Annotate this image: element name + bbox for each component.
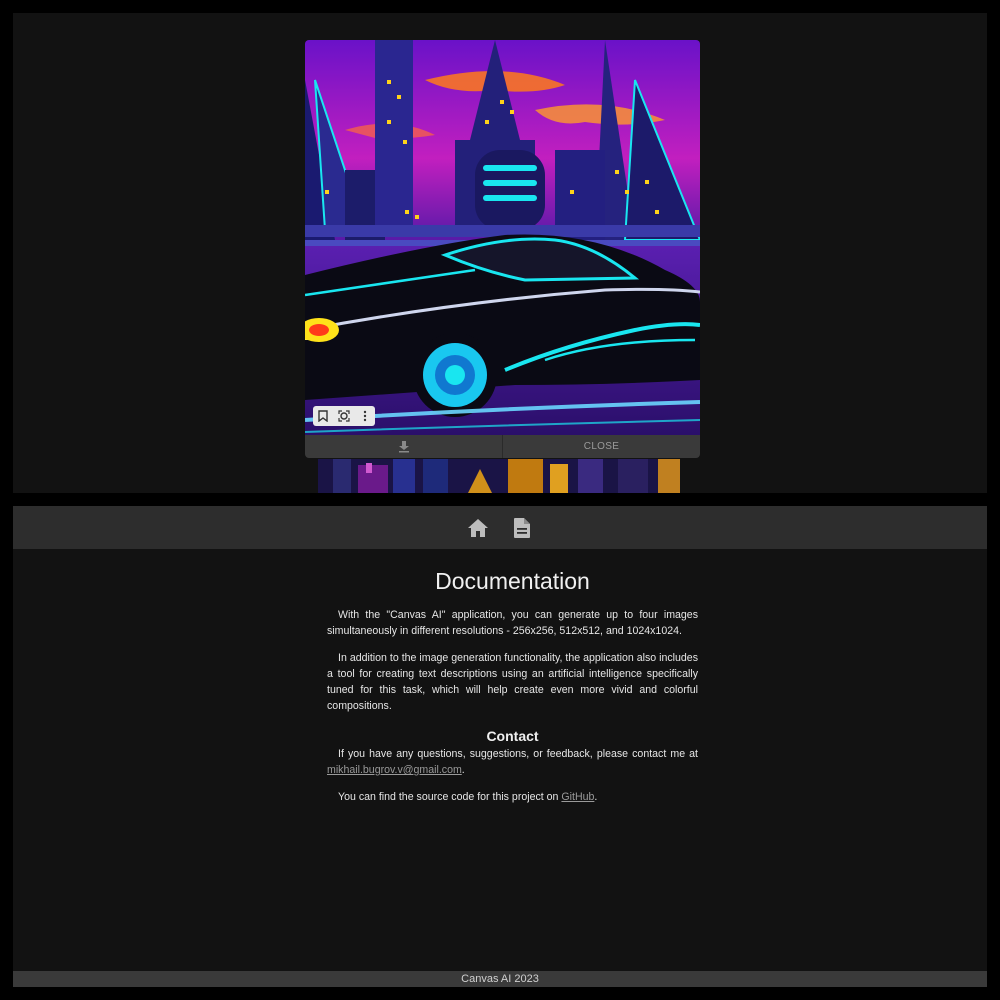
contact-email-link[interactable]: mikhail.bugrov.v@gmail.com <box>327 764 462 776</box>
documentation-page: Documentation With the "Canvas AI" appli… <box>13 506 987 987</box>
image-overlay-toolbar <box>313 406 375 426</box>
generated-image[interactable] <box>305 40 700 435</box>
navbar <box>13 506 987 549</box>
background-image-strip <box>318 459 680 493</box>
download-button[interactable] <box>305 435 503 458</box>
page-title: Documentation <box>435 568 590 594</box>
contact-heading: Contact <box>486 728 539 744</box>
image-viewer-actions: CLOSE <box>305 435 700 458</box>
source-end: . <box>594 791 598 803</box>
footer: Canvas AI 2023 <box>13 971 987 987</box>
documentation-content: Documentation With the "Canvas AI" appli… <box>327 568 698 816</box>
more-vert-icon[interactable] <box>358 409 372 423</box>
document-icon <box>514 517 530 538</box>
features-paragraph: In addition to the image generation func… <box>327 652 698 712</box>
image-viewer: CLOSE <box>305 40 700 458</box>
download-icon <box>398 441 409 453</box>
source-paragraph: You can find the source code for this pr… <box>327 789 698 805</box>
home-icon <box>468 518 488 537</box>
contact-end: . <box>461 764 465 776</box>
source-text: You can find the source code for this pr… <box>338 791 559 803</box>
close-button[interactable]: CLOSE <box>503 435 700 458</box>
contact-text: If you have any questions, suggestions, … <box>338 748 698 760</box>
bookmark-icon[interactable] <box>316 409 330 423</box>
home-button[interactable] <box>466 516 490 540</box>
image-viewer-panel: CLOSE <box>13 13 987 493</box>
contact-paragraph: If you have any questions, suggestions, … <box>327 746 698 778</box>
documentation-button[interactable] <box>510 516 534 540</box>
lens-icon[interactable] <box>337 409 351 423</box>
intro-paragraph: With the "Canvas AI" application, you ca… <box>327 609 698 637</box>
github-link[interactable]: GitHub <box>561 791 594 803</box>
